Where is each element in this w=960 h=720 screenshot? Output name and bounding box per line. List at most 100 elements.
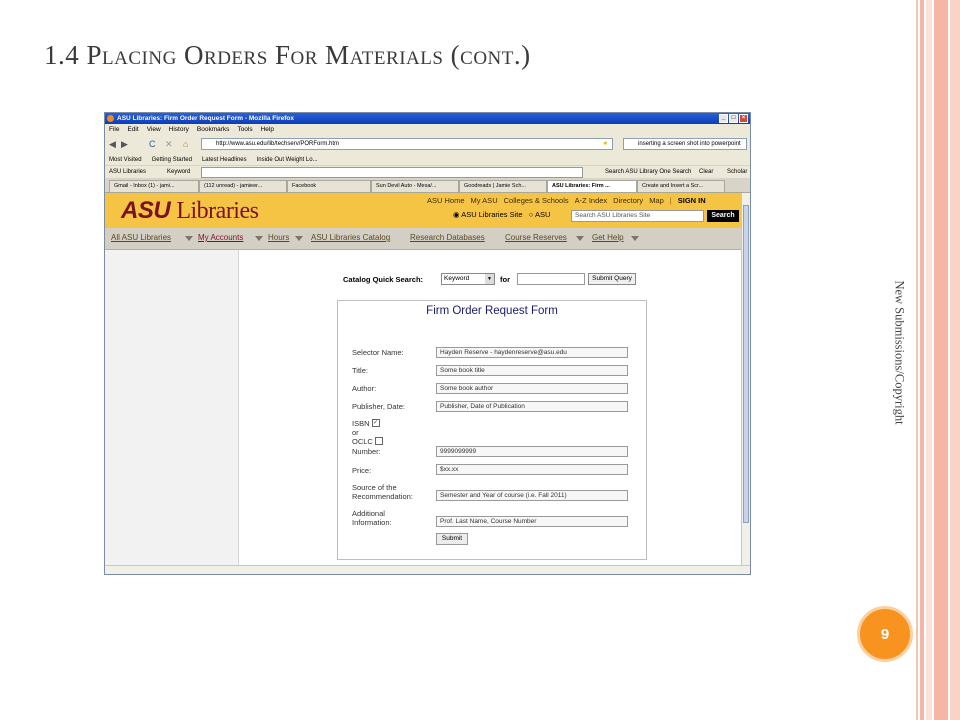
tab-facebook[interactable]: Facebook: [287, 180, 371, 192]
asu-toolbar-input[interactable]: [201, 167, 583, 178]
site-search-button[interactable]: Search: [707, 210, 739, 222]
keyword-dropdown[interactable]: Keyword: [167, 166, 190, 178]
tab-gmail[interactable]: Gmail - Inbox (1) - jami...: [109, 180, 199, 192]
menu-edit[interactable]: Edit: [127, 124, 138, 135]
submit-button[interactable]: Submit: [436, 533, 468, 545]
chevron-down-icon[interactable]: [631, 236, 639, 241]
menu-bookmarks[interactable]: Bookmarks: [197, 124, 230, 135]
link-my-asu[interactable]: My ASU: [471, 196, 498, 205]
bookmark-most-visited[interactable]: Most Visited: [109, 154, 142, 165]
firefox-icon: [107, 115, 114, 122]
link-map[interactable]: Map: [649, 196, 664, 205]
menu-history[interactable]: History: [169, 124, 189, 135]
chevron-down-icon[interactable]: [255, 236, 263, 241]
chevron-down-icon[interactable]: [576, 236, 584, 241]
tab-unread[interactable]: (112 unread) - jamieer...: [199, 180, 287, 192]
url-bar[interactable]: http://www.asu.edu/lib/techserv/PORForm.…: [201, 138, 613, 150]
menu-file[interactable]: File: [109, 124, 119, 135]
additional-label-line1: Additional: [352, 509, 385, 518]
home-icon[interactable]: ⌂: [183, 138, 188, 150]
isbn-checkbox[interactable]: ✓: [371, 419, 380, 427]
submit-query-button[interactable]: Submit Query: [588, 273, 636, 285]
price-field[interactable]: $xx.xx: [436, 464, 628, 475]
nav-my-accounts[interactable]: My Accounts: [198, 228, 243, 247]
reload-icon[interactable]: C: [149, 138, 156, 150]
source-label-line2: Recommendation:: [352, 492, 413, 501]
isbn-oclc-number-field[interactable]: 9999099999: [436, 446, 628, 457]
oclc-label: OCLC: [352, 437, 383, 446]
star-icon[interactable]: ★: [603, 139, 608, 149]
bookmark-inside-out[interactable]: Inside Out Weight Lo...: [257, 154, 318, 165]
horizontal-scrollbar[interactable]: [105, 565, 750, 574]
asu-toolbar-scholar[interactable]: Scholar: [727, 166, 747, 178]
side-caption: New Submissions/Copyright: [892, 280, 907, 425]
top-links: ASU Home My ASU Colleges & Schools A-Z I…: [427, 196, 706, 205]
radio-asu-label: ASU: [534, 210, 551, 219]
recommendation-source-field[interactable]: Semester and Year of course (i.e. Fall 2…: [436, 490, 628, 501]
radio-libraries-site-label: ASU Libraries Site: [461, 210, 523, 219]
tab-sun-devil[interactable]: Sun Devil Auto - Mesa/...: [371, 180, 459, 192]
additional-label-line2: Information:: [352, 518, 392, 527]
forward-icon[interactable]: ▶: [121, 138, 128, 150]
tab-asu-libraries[interactable]: ASU Libraries: Firm ...: [547, 180, 637, 192]
nav-all-asu-libraries[interactable]: All ASU Libraries: [111, 228, 171, 247]
tab-goodreads[interactable]: Goodreads | Jamie Sch...: [459, 180, 547, 192]
maximize-button[interactable]: □: [729, 114, 738, 123]
browser-screenshot: ASU Libraries: Firm Order Request Form -…: [104, 112, 751, 575]
number-label: Number:: [352, 447, 381, 456]
sign-in-link[interactable]: SIGN IN: [678, 196, 706, 205]
radio-libraries-site[interactable]: ◉: [453, 210, 460, 219]
browser-search-field[interactable]: inserting a screen shot into powerpoint: [623, 138, 747, 150]
menu-tools[interactable]: Tools: [237, 124, 252, 135]
nav-research-databases[interactable]: Research Databases: [410, 228, 485, 247]
bookmarks-toolbar: Most Visited Getting Started Latest Head…: [105, 154, 750, 166]
site-search-input[interactable]: Search ASU Libraries Site: [571, 210, 704, 222]
firm-order-form: Firm Order Request Form Selector Name: H…: [337, 300, 647, 560]
catalog-search-type-select[interactable]: Keyword ▼: [441, 273, 495, 285]
author-label: Author:: [352, 384, 377, 393]
back-icon[interactable]: ◀: [109, 138, 116, 150]
close-button[interactable]: ×: [739, 114, 748, 123]
vertical-scrollbar[interactable]: [741, 193, 750, 565]
catalog-search-label: Catalog Quick Search:: [343, 275, 424, 284]
link-colleges-schools[interactable]: Colleges & Schools: [504, 196, 569, 205]
link-asu-home[interactable]: ASU Home: [427, 196, 465, 205]
oclc-checkbox[interactable]: [374, 437, 383, 445]
menu-help[interactable]: Help: [261, 124, 274, 135]
catalog-search-input[interactable]: [517, 273, 585, 285]
navigation-toolbar: ◀ ▶ C ✕ ⌂ http://www.asu.edu/lib/techser…: [105, 135, 750, 155]
chevron-down-icon[interactable]: [295, 236, 303, 241]
selector-name-field[interactable]: Hayden Reserve - haydenreserve@asu.edu: [436, 347, 628, 358]
bookmark-latest-headlines[interactable]: Latest Headlines: [202, 154, 247, 165]
nav-course-reserves[interactable]: Course Reserves: [505, 228, 567, 247]
chevron-down-icon[interactable]: [185, 236, 193, 241]
menu-view[interactable]: View: [147, 124, 161, 135]
nav-hours[interactable]: Hours: [268, 228, 289, 247]
asu-libraries-logo[interactable]: ASU Libraries: [121, 197, 259, 225]
asu-toolbar-brand[interactable]: ASU Libraries: [109, 166, 146, 178]
link-directory[interactable]: Directory: [613, 196, 643, 205]
title-field[interactable]: Some book title: [436, 365, 628, 376]
bookmark-getting-started[interactable]: Getting Started: [152, 154, 192, 165]
publisher-date-field[interactable]: Publisher, Date of Publication: [436, 401, 628, 412]
nav-get-help[interactable]: Get Help: [592, 228, 624, 247]
window-titlebar: ASU Libraries: Firm Order Request Form -…: [105, 113, 750, 124]
nav-catalog[interactable]: ASU Libraries Catalog: [311, 228, 390, 247]
source-label-line1: Source of the: [352, 483, 397, 492]
asu-toolbar-clear[interactable]: Clear: [699, 166, 713, 178]
isbn-label: ISBN ✓: [352, 419, 380, 428]
asu-toolbar-search[interactable]: Search ASU Library One Search: [605, 166, 691, 178]
minimize-button[interactable]: _: [719, 114, 728, 123]
stop-icon[interactable]: ✕: [165, 138, 173, 150]
dropdown-arrow-icon[interactable]: ▼: [485, 274, 494, 284]
author-field[interactable]: Some book author: [436, 383, 628, 394]
additional-information-field[interactable]: Prof. Last Name, Course Number: [436, 516, 628, 527]
scrollbar-thumb[interactable]: [743, 205, 749, 523]
publisher-date-label: Publisher, Date:: [352, 402, 405, 411]
link-az-index[interactable]: A-Z Index: [575, 196, 608, 205]
tab-bar: Gmail - Inbox (1) - jami... (112 unread)…: [105, 178, 750, 193]
form-title: Firm Order Request Form: [426, 305, 558, 317]
radio-asu[interactable]: ○: [529, 210, 534, 219]
site-scope-radios: ◉ ASU Libraries Site ○ ASU: [453, 210, 550, 219]
tab-create-insert[interactable]: Create and Insert a Scr...: [637, 180, 725, 192]
